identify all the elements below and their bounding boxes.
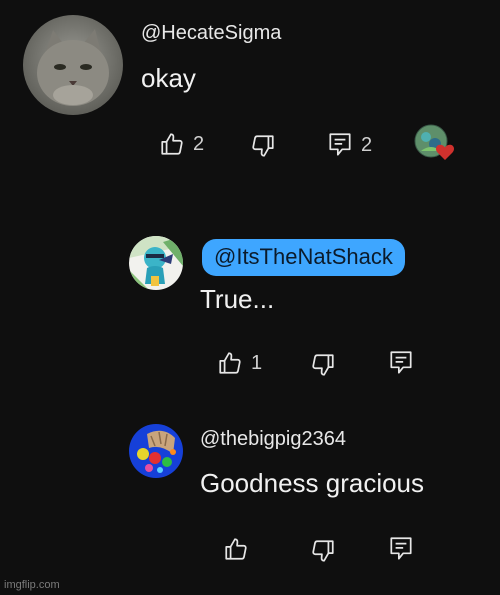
dislike-button[interactable] (310, 352, 336, 378)
creator-heart[interactable] (413, 123, 455, 165)
dislike-button[interactable] (310, 538, 336, 564)
reply-button[interactable] (388, 535, 414, 563)
avatar[interactable] (129, 424, 183, 478)
comment-icon (388, 349, 414, 377)
dislike-button[interactable] (250, 133, 276, 159)
cartoon-avatar-image (129, 236, 183, 290)
watermark: imgflip.com (4, 579, 60, 591)
comment-text: Goodness gracious (200, 468, 425, 498)
reply-button[interactable]: 2 (327, 131, 372, 159)
mention-handle[interactable]: @ItsTheNatShack (202, 239, 405, 276)
thumbs-up-icon (159, 131, 185, 157)
like-button[interactable]: 1 (217, 350, 262, 376)
cat-avatar-image (23, 15, 123, 115)
thumbs-up-icon (217, 350, 243, 376)
thumbs-down-icon (310, 538, 336, 564)
dots-avatar-image (129, 424, 183, 478)
avatar[interactable] (23, 15, 123, 115)
thumbs-up-icon (223, 536, 249, 562)
comment-author[interactable]: @HecateSigma (141, 22, 281, 45)
comment-icon (388, 535, 414, 563)
thumbs-down-icon (250, 133, 276, 159)
comment-text: True... (200, 284, 275, 314)
avatar[interactable] (129, 236, 183, 290)
like-button[interactable]: 2 (159, 131, 204, 157)
comment-author[interactable]: @thebigpig2364 (200, 428, 346, 451)
creator-heart-icon (435, 144, 455, 160)
comment-text: okay (141, 63, 196, 93)
reply-button[interactable] (388, 349, 414, 377)
like-count: 2 (193, 132, 205, 155)
comment-icon (327, 131, 353, 159)
reply-count: 2 (361, 133, 373, 156)
like-button[interactable] (223, 536, 249, 562)
thumbs-down-icon (310, 352, 336, 378)
like-count: 1 (251, 351, 263, 374)
